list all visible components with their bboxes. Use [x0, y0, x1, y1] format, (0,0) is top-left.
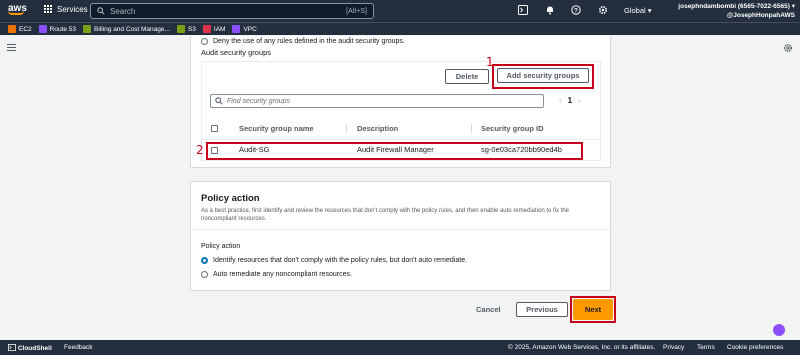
annotation-number-2: 2: [196, 143, 204, 157]
policy-action-description: As a best practice, first identify and r…: [201, 208, 570, 222]
gear-icon[interactable]: [597, 5, 608, 16]
favorite-s3[interactable]: S3: [176, 25, 196, 33]
assistant-icon[interactable]: [773, 324, 785, 336]
feedback-link[interactable]: Feedback: [64, 344, 93, 351]
terms-link[interactable]: Terms: [697, 344, 715, 351]
pagination: ‹ 1 ›: [553, 96, 587, 105]
cloudshell-link[interactable]: CloudShell: [8, 344, 52, 352]
cookie-preferences-link[interactable]: Cookie preferences: [727, 344, 783, 351]
column-divider: [471, 124, 472, 133]
cancel-button[interactable]: Cancel: [476, 305, 501, 314]
bell-icon[interactable]: [544, 5, 555, 16]
favorite-ec2[interactable]: EC2: [8, 25, 32, 33]
global-search-input[interactable]: Search [Alt+S]: [90, 3, 374, 19]
favorites-bar: EC2 Route 53 Billing and Cost Manage... …: [0, 22, 800, 35]
annotation-box-2: [206, 142, 583, 160]
deny-rules-radio[interactable]: [201, 38, 208, 45]
help-icon[interactable]: ?: [570, 5, 581, 16]
svg-text:?: ?: [574, 8, 578, 14]
terminal-icon: [8, 344, 16, 351]
favorite-vpc[interactable]: VPC: [232, 25, 257, 33]
aws-logo[interactable]: aws: [8, 3, 30, 19]
section-divider: [191, 229, 610, 230]
delete-button[interactable]: Delete: [445, 69, 489, 84]
menu-icon[interactable]: [7, 44, 16, 53]
policy-action-panel: Policy action As a best practice, first …: [190, 181, 611, 291]
grid-icon: [44, 5, 53, 14]
search-icon: [215, 97, 223, 105]
audit-security-groups-label: Audit security groups: [201, 48, 272, 57]
favorite-billing[interactable]: Billing and Cost Manage...: [83, 25, 170, 33]
select-all-checkbox[interactable]: [211, 125, 218, 132]
column-header-id[interactable]: Security group ID: [481, 124, 544, 133]
annotation-number-1: 1: [486, 55, 494, 69]
column-header-name[interactable]: Security group name: [239, 124, 314, 133]
table-divider: [200, 139, 600, 140]
previous-button[interactable]: Previous: [516, 302, 568, 317]
find-security-groups-input[interactable]: Find security groups: [210, 94, 544, 108]
copyright-text: © 2025, Amazon Web Services, Inc. or its…: [508, 344, 656, 351]
column-header-description[interactable]: Description: [357, 124, 398, 133]
account-menu[interactable]: josephndambombi (6565-7022-6565) ▾ @Jose…: [677, 2, 795, 20]
annotation-box-next: [570, 296, 616, 323]
top-navigation: aws Services Search [Alt+S] ? Global ▾ j…: [0, 0, 800, 22]
cloudshell-icon[interactable]: [517, 5, 528, 16]
privacy-link[interactable]: Privacy: [663, 344, 684, 351]
settings-panel-icon[interactable]: [783, 43, 793, 53]
policy-action-title: Policy action: [201, 193, 260, 204]
left-rail: [0, 36, 22, 340]
chevron-right-icon[interactable]: ›: [578, 96, 581, 105]
favorite-route53[interactable]: Route 53: [38, 25, 76, 33]
column-divider: [346, 124, 347, 133]
chevron-left-icon[interactable]: ‹: [559, 96, 562, 105]
favorite-iam[interactable]: IAM: [202, 25, 225, 33]
search-icon: [97, 7, 105, 15]
region-selector[interactable]: Global ▾: [624, 6, 652, 15]
option-identify[interactable]: Identify resources that don't comply wit…: [201, 257, 467, 264]
policy-action-field-label: Policy action: [201, 243, 241, 250]
auto-remediate-radio[interactable]: [201, 271, 208, 278]
identify-radio[interactable]: [201, 257, 208, 264]
annotation-box-1: [492, 64, 594, 89]
deny-rules-option[interactable]: Deny the use of any rules defined in the…: [201, 38, 405, 45]
page-number[interactable]: 1: [568, 96, 572, 105]
option-auto-remediate[interactable]: Auto remediate any noncompliant resource…: [201, 271, 352, 278]
footer-bar: CloudShell Feedback © 2025, Amazon Web S…: [0, 340, 800, 355]
right-rail: [778, 36, 800, 340]
services-menu-button[interactable]: Services: [44, 5, 88, 14]
